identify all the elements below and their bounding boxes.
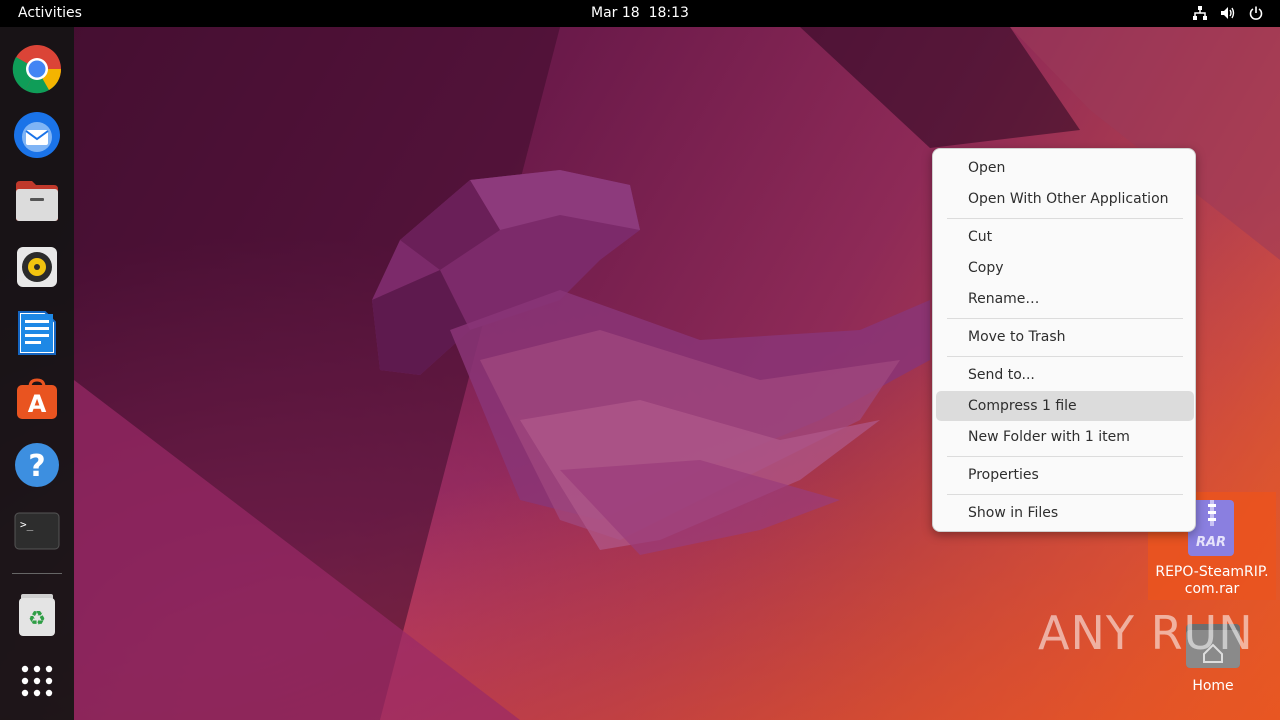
files-icon[interactable] xyxy=(11,175,63,227)
help-icon[interactable]: ? xyxy=(11,439,63,491)
thunderbird-icon[interactable] xyxy=(11,109,63,161)
trash-icon[interactable]: ♻ xyxy=(11,589,63,641)
menu-item-open-with[interactable]: Open With Other Application xyxy=(936,184,1194,214)
terminal-icon[interactable]: >_ xyxy=(11,505,63,557)
menu-separator xyxy=(947,318,1183,319)
menu-separator xyxy=(947,494,1183,495)
dock-separator xyxy=(12,573,62,574)
chrome-icon[interactable] xyxy=(11,43,63,95)
svg-text:♻: ♻ xyxy=(28,606,46,630)
menu-item-cut[interactable]: Cut xyxy=(936,222,1194,252)
clock-date: Mar 18 xyxy=(591,5,640,21)
menu-separator xyxy=(947,456,1183,457)
clock-time: 18:13 xyxy=(648,5,689,21)
anyrun-watermark: ANY RUN xyxy=(1038,606,1254,660)
menu-item-properties[interactable]: Properties xyxy=(936,460,1194,490)
rar-file-label[interactable]: REPO-SteamRIP. com.rar xyxy=(1148,564,1276,598)
volume-icon[interactable] xyxy=(1220,5,1236,21)
rar-file-label-line2: com.rar xyxy=(1184,581,1240,597)
menu-item-rename[interactable]: Rename… xyxy=(936,284,1194,314)
svg-text:>_: >_ xyxy=(20,518,34,531)
menu-separator xyxy=(947,218,1183,219)
network-icon[interactable] xyxy=(1192,5,1208,21)
menu-item-move-to-trash[interactable]: Move to Trash xyxy=(936,322,1194,352)
context-menu: Open Open With Other Application Cut Cop… xyxy=(932,148,1196,532)
menu-item-show-in-files[interactable]: Show in Files xyxy=(936,498,1194,528)
system-tray[interactable] xyxy=(1192,5,1264,21)
app-center-icon[interactable]: A xyxy=(11,373,63,425)
svg-text:A: A xyxy=(28,390,47,418)
svg-text:?: ? xyxy=(28,449,45,484)
power-icon[interactable] xyxy=(1248,5,1264,21)
menu-item-new-folder-with-item[interactable]: New Folder with 1 item xyxy=(936,422,1194,452)
show-apps-icon[interactable] xyxy=(11,655,63,707)
rar-file-label-line1: REPO-SteamRIP. xyxy=(1155,564,1269,580)
activities-button[interactable]: Activities xyxy=(18,5,82,21)
libreoffice-writer-icon[interactable] xyxy=(11,307,63,359)
menu-item-copy[interactable]: Copy xyxy=(936,253,1194,283)
rhythmbox-icon[interactable] xyxy=(11,241,63,293)
rar-badge-text: RAR xyxy=(1196,535,1226,550)
menu-item-send-to[interactable]: Send to... xyxy=(936,360,1194,390)
home-folder-label[interactable]: Home xyxy=(1168,678,1258,694)
menu-item-open[interactable]: Open xyxy=(936,153,1194,183)
dock: A ? >_ ♻ xyxy=(0,27,74,720)
menu-separator xyxy=(947,356,1183,357)
clock[interactable]: Mar 18 18:13 xyxy=(591,5,689,21)
menu-item-compress[interactable]: Compress 1 file xyxy=(936,391,1194,421)
top-bar: Activities Mar 18 18:13 xyxy=(0,0,1280,27)
